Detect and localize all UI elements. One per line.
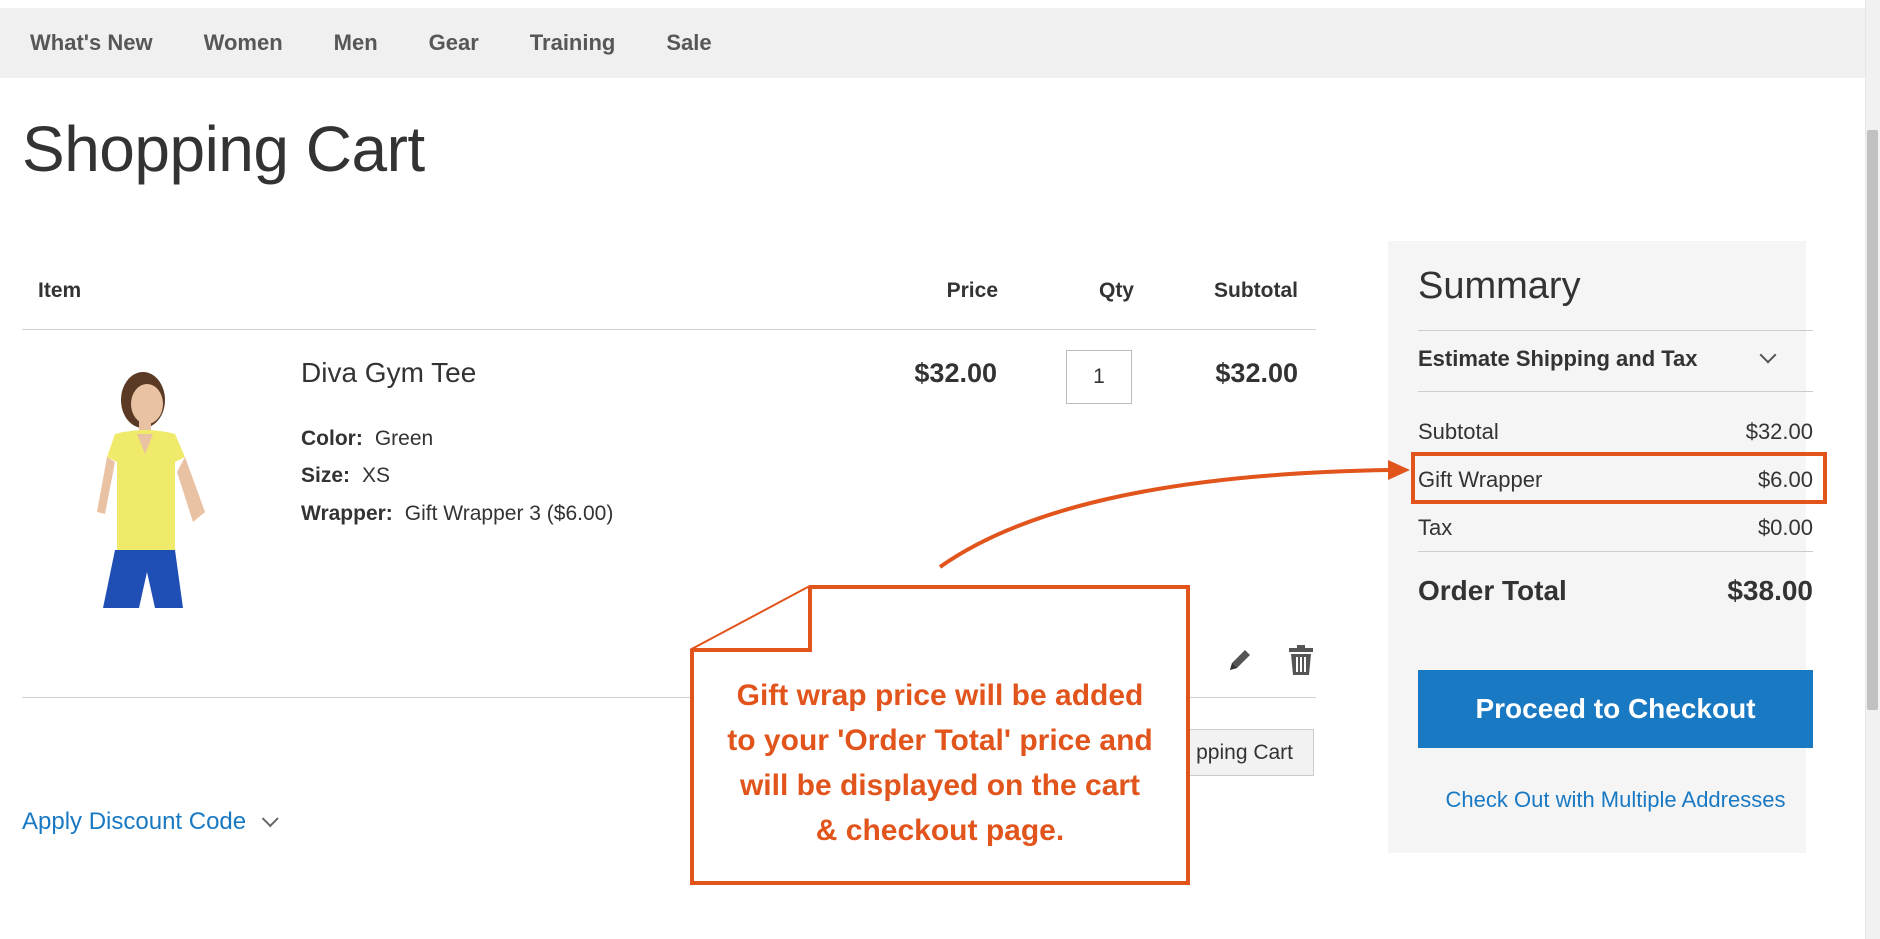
order-total-value: $38.00 [1727, 575, 1813, 606]
product-image[interactable] [45, 362, 245, 608]
column-header-qty: Qty [1098, 279, 1134, 302]
summary-label: Subtotal [1418, 419, 1499, 444]
pencil-icon[interactable] [1226, 646, 1254, 674]
summary-value: $32.00 [1745, 419, 1813, 444]
option-value: Gift Wrapper 3 ($6.00) [404, 502, 614, 525]
product-option-color: Color: Green [301, 427, 433, 451]
chevron-down-icon [261, 810, 279, 828]
column-header-item: Item [38, 279, 82, 302]
nav-item-sale[interactable]: Sale [666, 30, 711, 56]
annotation-arrow [938, 460, 1410, 569]
option-value: Green [374, 427, 434, 450]
summary-label: Tax [1418, 515, 1453, 540]
nav-item-gear[interactable]: Gear [429, 30, 479, 56]
main-nav: What's New Women Men Gear Training Sale [0, 8, 1865, 78]
product-name-link[interactable]: Diva Gym Tee [301, 357, 476, 389]
option-label: Size: [301, 464, 351, 487]
proceed-to-checkout-button[interactable]: Proceed to Checkout [1418, 670, 1813, 748]
trash-icon[interactable] [1288, 644, 1314, 676]
page-title: Shopping Cart [22, 113, 425, 185]
apply-discount-toggle[interactable]: Apply Discount Code [22, 808, 279, 836]
summary-row-subtotal: Subtotal $32.00 [1418, 419, 1813, 445]
item-subtotal: $32.00 [1215, 358, 1298, 388]
product-option-wrapper: Wrapper: Gift Wrapper 3 ($6.00) [301, 502, 613, 526]
checkout-multiple-addresses-link[interactable]: Check Out with Multiple Addresses [1418, 787, 1813, 813]
estimate-shipping-toggle[interactable]: Estimate Shipping and Tax [1418, 346, 1698, 372]
column-header-subtotal: Subtotal [1214, 279, 1298, 302]
summary-divider [1418, 330, 1813, 331]
summary-title: Summary [1418, 265, 1581, 307]
option-value: XS [362, 464, 391, 487]
order-summary: Summary Estimate Shipping and Tax Subtot… [1388, 241, 1813, 853]
apply-discount-label: Apply Discount Code [22, 808, 247, 835]
page-scrollbar[interactable] [1865, 0, 1880, 939]
chevron-down-icon [1759, 346, 1777, 364]
item-price: $32.00 [914, 358, 997, 388]
top-strip [0, 0, 1880, 8]
nav-item-men[interactable]: Men [334, 30, 378, 56]
annotation-text: Gift wrap price will be added to your 'O… [700, 673, 1180, 853]
summary-order-total: Order Total $38.00 [1418, 575, 1813, 607]
nav-item-women[interactable]: Women [204, 30, 283, 56]
annotation-line: & checkout page. [815, 814, 1065, 847]
summary-value: $0.00 [1757, 515, 1813, 540]
product-option-size: Size: XS [301, 464, 390, 488]
option-label: Color: [301, 427, 363, 450]
summary-divider [1418, 551, 1813, 552]
annotation-line: will be displayed on the cart [739, 769, 1141, 802]
option-label: Wrapper: [301, 502, 393, 525]
scrollbar-thumb[interactable] [1867, 130, 1878, 710]
nav-item-training[interactable]: Training [530, 30, 616, 56]
summary-divider [1418, 391, 1813, 392]
column-header-price: Price [946, 279, 998, 302]
order-total-label: Order Total [1418, 575, 1567, 606]
annotation-line: Gift wrap price will be added [736, 679, 1144, 712]
cart-table-header: Item Price Qty Subtotal [22, 275, 1316, 330]
nav-item-whats-new[interactable]: What's New [30, 30, 153, 56]
summary-row-tax: Tax $0.00 [1418, 515, 1813, 541]
annotation-highlight-box [1411, 452, 1827, 504]
qty-input[interactable]: 1 [1066, 350, 1132, 404]
annotation-line: to your 'Order Total' price and [727, 724, 1153, 757]
